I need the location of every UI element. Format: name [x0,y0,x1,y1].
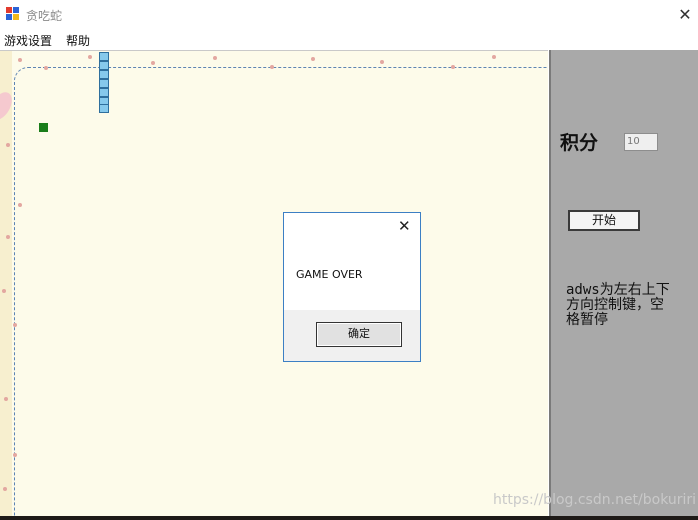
background-dot [311,57,315,61]
menu-item-game-settings[interactable]: 游戏设置 [4,32,52,49]
background-dot [18,203,22,207]
background-dot [3,487,7,491]
background-dot [380,60,384,64]
watermark: https://blog.csdn.net/bokuriri [493,492,697,508]
background-dot [2,289,6,293]
dialog-footer: 确定 [284,310,420,361]
snake-segment [99,88,109,97]
controls-help-text: adws为左右上下方向控制键，空格暂停 [566,282,670,328]
close-icon[interactable]: ✕ [398,217,411,235]
title-bar: 贪吃蛇 ✕ [0,0,698,30]
background-dot [451,65,455,69]
ok-button[interactable]: 确定 [316,322,402,347]
background-dot [4,397,8,401]
start-button[interactable]: 开始 [568,210,640,231]
background-dot [151,61,155,65]
menu-bar: 游戏设置 帮助 [0,30,698,50]
background-dot [44,66,48,70]
close-icon[interactable]: ✕ [672,2,698,28]
snake-segment [99,52,109,61]
background-dot [492,55,496,59]
background-dot [6,143,10,147]
dialog-message: GAME OVER [296,268,363,281]
snake-segment [99,104,109,113]
snake-segment [99,61,109,70]
taskbar-strip [0,516,698,520]
side-panel: 积分 10 开始 adws为左右上下方向控制键，空格暂停 [549,50,698,516]
background-dot [213,56,217,60]
game-board [0,50,548,517]
score-field: 10 [624,133,658,151]
board-edge [0,51,12,517]
background-dot [13,323,17,327]
window-title: 贪吃蛇 [26,9,63,23]
background-dot [270,65,274,69]
menu-item-help[interactable]: 帮助 [66,32,90,49]
snake-segment [99,79,109,88]
food-block [39,123,48,132]
snake-segment [99,70,109,79]
app-icon [6,7,20,21]
background-dot [18,58,22,62]
board-frame [14,67,548,517]
background-dot [13,453,17,457]
background-dot [6,235,10,239]
background-dot [88,55,92,59]
score-label: 积分 [560,132,599,154]
game-over-dialog: ✕ GAME OVER 确定 [283,212,421,362]
